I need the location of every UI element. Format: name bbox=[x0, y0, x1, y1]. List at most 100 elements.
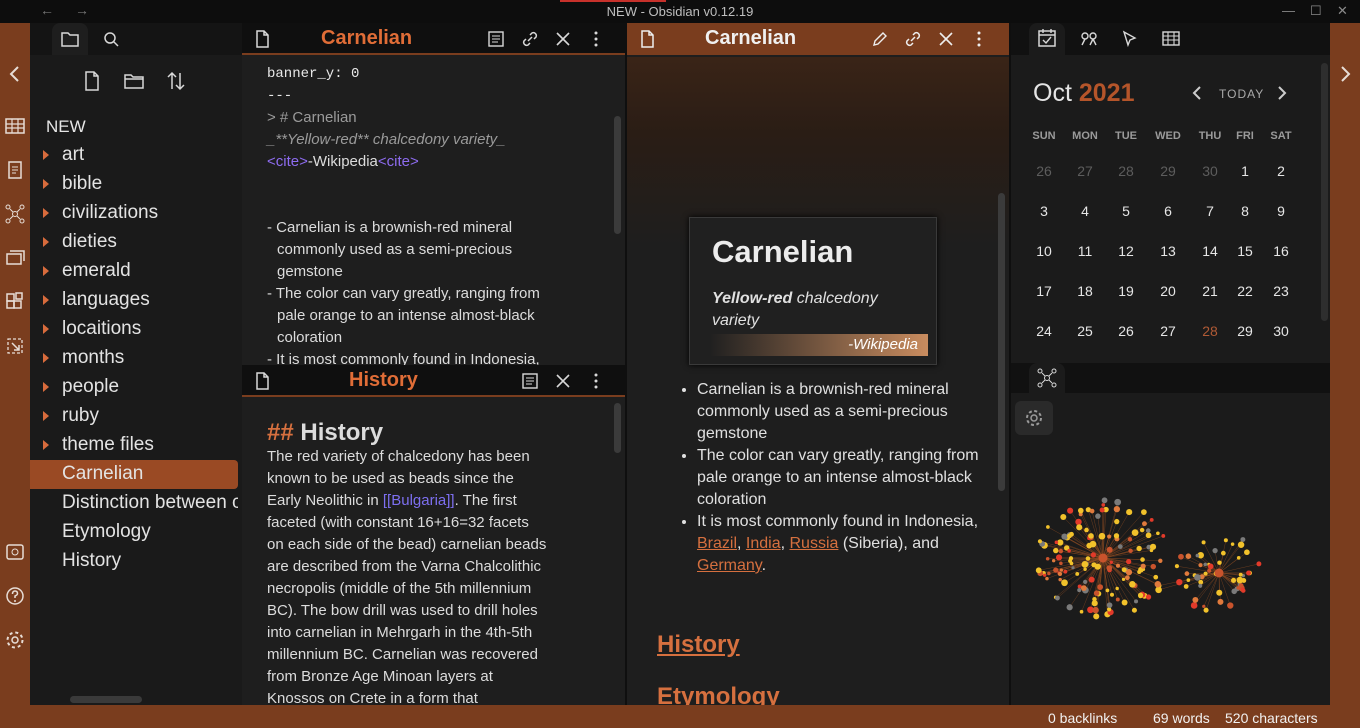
graph-node[interactable] bbox=[1214, 568, 1224, 578]
calendar-day[interactable]: 17 bbox=[1024, 283, 1064, 299]
graph-node[interactable] bbox=[1113, 533, 1120, 539]
graph-node[interactable] bbox=[1124, 575, 1130, 581]
graph-node[interactable] bbox=[1061, 579, 1068, 587]
more-icon[interactable] bbox=[586, 29, 606, 49]
graph-node[interactable] bbox=[1256, 561, 1262, 567]
graph-node[interactable] bbox=[1057, 571, 1063, 577]
graph-node[interactable] bbox=[1095, 513, 1101, 519]
graph-node[interactable] bbox=[1115, 586, 1119, 591]
graph-node[interactable] bbox=[1237, 541, 1245, 548]
calendar-day[interactable]: 28 bbox=[1106, 163, 1146, 179]
more-icon[interactable] bbox=[586, 371, 606, 391]
graph-node[interactable] bbox=[1227, 602, 1234, 609]
graph-node[interactable] bbox=[1107, 534, 1112, 539]
graph-node[interactable] bbox=[1217, 560, 1222, 565]
preview-toggle-icon[interactable] bbox=[486, 29, 506, 49]
history-scrollbar[interactable] bbox=[614, 403, 621, 453]
graph-node[interactable] bbox=[1140, 563, 1146, 569]
file-item-active[interactable]: Carnelian bbox=[30, 460, 238, 489]
graph-node[interactable] bbox=[1186, 578, 1191, 582]
calendar-day[interactable]: 6 bbox=[1148, 203, 1188, 219]
graph-node[interactable] bbox=[1129, 581, 1136, 588]
close-icon[interactable] bbox=[553, 371, 573, 391]
graph-node[interactable] bbox=[1077, 507, 1084, 514]
file-item[interactable]: Distinction between c bbox=[30, 489, 238, 518]
graph-node[interactable] bbox=[1178, 553, 1184, 560]
graph-node[interactable] bbox=[1114, 498, 1122, 506]
import-icon[interactable] bbox=[4, 335, 26, 357]
graph-node[interactable] bbox=[1216, 589, 1223, 596]
graph-node[interactable] bbox=[1089, 508, 1095, 514]
graph-node[interactable] bbox=[1203, 562, 1208, 567]
folder-item[interactable]: bible bbox=[30, 170, 238, 199]
graph-node[interactable] bbox=[1202, 604, 1206, 609]
graph-node[interactable] bbox=[1185, 553, 1192, 560]
graph-node[interactable] bbox=[1058, 548, 1064, 554]
calendar-day[interactable]: 1 bbox=[1225, 163, 1265, 179]
graph-node[interactable] bbox=[1149, 543, 1157, 550]
graph-node[interactable] bbox=[1054, 540, 1059, 545]
close-icon[interactable] bbox=[936, 29, 956, 49]
graph-node[interactable] bbox=[1060, 513, 1067, 520]
graph-node[interactable] bbox=[1090, 552, 1096, 558]
graph-node[interactable] bbox=[1126, 508, 1133, 516]
graph-node[interactable] bbox=[1246, 570, 1251, 576]
section-heading-history[interactable]: History bbox=[657, 631, 740, 659]
blocks-icon[interactable] bbox=[4, 291, 26, 313]
graph-canvas[interactable] bbox=[1011, 433, 1330, 705]
minimize-button[interactable]: — bbox=[1282, 3, 1295, 18]
link-india[interactable]: India bbox=[746, 535, 781, 552]
file-item[interactable]: History bbox=[30, 547, 238, 576]
graph-node[interactable] bbox=[1195, 553, 1200, 558]
graph-node[interactable] bbox=[1207, 568, 1212, 573]
file-icon[interactable] bbox=[4, 159, 26, 181]
graph-node[interactable] bbox=[1052, 559, 1056, 563]
folder-item[interactable]: people bbox=[30, 373, 238, 402]
graph-node[interactable] bbox=[1231, 577, 1237, 583]
cards-icon[interactable] bbox=[4, 247, 26, 269]
graph-node[interactable] bbox=[1134, 599, 1139, 604]
graph-node[interactable] bbox=[1145, 528, 1151, 533]
calendar-day[interactable]: 15 bbox=[1225, 243, 1265, 259]
graph-node[interactable] bbox=[1105, 588, 1110, 593]
calendar-day[interactable]: 26 bbox=[1106, 323, 1146, 339]
graph-node[interactable] bbox=[1231, 588, 1237, 595]
graph-node[interactable] bbox=[1154, 581, 1162, 588]
graph-node[interactable] bbox=[1127, 537, 1133, 542]
graph-node[interactable] bbox=[1067, 507, 1074, 514]
cursor-icon[interactable] bbox=[1111, 23, 1147, 55]
graph-node[interactable] bbox=[1240, 537, 1246, 542]
graph-node[interactable] bbox=[1092, 606, 1099, 614]
graph-node[interactable] bbox=[1176, 578, 1183, 586]
calendar-day[interactable]: 9 bbox=[1261, 203, 1301, 219]
graph-node[interactable] bbox=[1077, 588, 1082, 593]
graph-node[interactable] bbox=[1088, 533, 1094, 539]
calendar-day[interactable]: 21 bbox=[1190, 283, 1230, 299]
graph-node[interactable] bbox=[1198, 563, 1203, 568]
graph-node[interactable] bbox=[1230, 542, 1235, 546]
graph-node[interactable] bbox=[1141, 509, 1147, 515]
graph-icon[interactable] bbox=[1029, 363, 1065, 393]
graph-node[interactable] bbox=[1047, 571, 1051, 576]
graph-node[interactable] bbox=[1059, 568, 1063, 572]
graph-node[interactable] bbox=[1194, 574, 1201, 581]
graph-icon[interactable] bbox=[4, 203, 26, 225]
graph-node[interactable] bbox=[1091, 562, 1097, 568]
graph-node[interactable] bbox=[1088, 576, 1095, 583]
graph-node[interactable] bbox=[1043, 573, 1047, 577]
calendar-day[interactable]: 7 bbox=[1190, 203, 1230, 219]
calendar-day[interactable]: 29 bbox=[1148, 163, 1188, 179]
graph-node[interactable] bbox=[1055, 554, 1063, 561]
graph-node[interactable] bbox=[1190, 602, 1198, 609]
graph-node[interactable] bbox=[1106, 565, 1113, 571]
graph-node[interactable] bbox=[1207, 563, 1214, 570]
calendar-day[interactable]: 25 bbox=[1065, 323, 1105, 339]
graph-node[interactable] bbox=[1053, 567, 1059, 573]
graph-node[interactable] bbox=[1155, 586, 1162, 594]
maximize-button[interactable]: ☐ bbox=[1310, 3, 1322, 19]
calendar-day[interactable]: 11 bbox=[1065, 243, 1105, 259]
graph-node[interactable] bbox=[1085, 556, 1091, 561]
graph-node[interactable] bbox=[1145, 594, 1152, 600]
graph-node[interactable] bbox=[1101, 497, 1108, 504]
new-folder-icon[interactable] bbox=[122, 69, 146, 93]
